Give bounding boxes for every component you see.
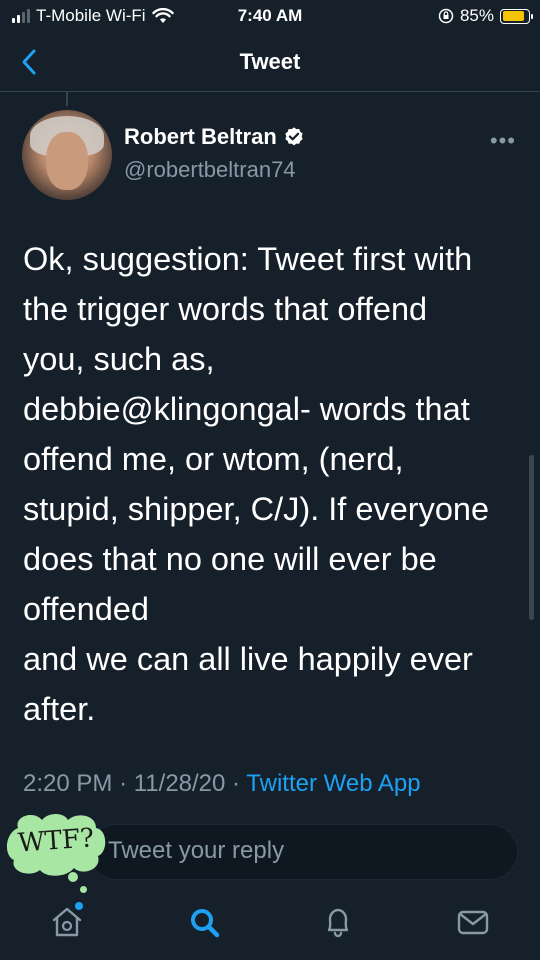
author-handle[interactable]: @robertbeltran74 — [124, 157, 296, 183]
avatar-face — [46, 132, 88, 190]
more-options-icon[interactable]: ••• — [490, 128, 516, 154]
thought-bubble-dot — [68, 872, 78, 882]
search-icon[interactable] — [186, 904, 222, 940]
thread-connector-line — [66, 92, 68, 106]
header-bar: Tweet — [0, 34, 540, 92]
scrollbar[interactable] — [529, 455, 534, 620]
battery-percent: 85% — [459, 6, 494, 25]
tweet-source-link[interactable]: Twitter Web App — [246, 770, 420, 797]
battery-fill — [502, 11, 524, 21]
bottom-nav — [0, 890, 540, 960]
tweet-metadata: 2:20 PM · 11/28/20 · Twitter Web App — [23, 770, 421, 798]
author-name[interactable]: Robert Beltran — [124, 124, 277, 150]
meta-separator: · — [119, 770, 128, 797]
reply-placeholder[interactable]: Tweet your reply — [108, 837, 284, 865]
battery-icon — [500, 8, 533, 24]
author-name-row[interactable]: Robert Beltran — [124, 124, 305, 150]
page-title: Tweet — [239, 49, 301, 74]
orientation-lock-icon — [438, 8, 454, 24]
tweet-time: 2:20 PM — [23, 770, 113, 797]
messages-icon[interactable] — [455, 904, 491, 940]
tweet-date: 11/28/20 — [133, 770, 226, 797]
meta-separator: · — [232, 770, 241, 797]
home-notification-dot — [75, 902, 83, 910]
verified-badge-icon — [285, 127, 303, 146]
notifications-icon[interactable] — [320, 904, 356, 940]
status-bar: T-Mobile Wi-Fi 7:40 AM 85% — [0, 0, 540, 34]
tweet-text: Ok, suggestion: Tweet first with the tri… — [23, 241, 490, 727]
avatar[interactable] — [22, 110, 112, 200]
status-right: 85% — [438, 6, 533, 26]
